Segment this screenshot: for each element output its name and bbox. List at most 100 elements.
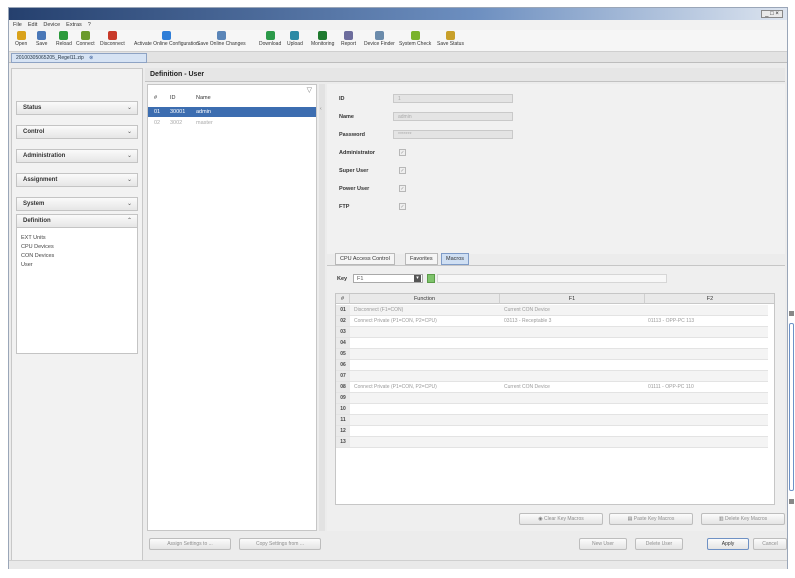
id-field[interactable]: 1 xyxy=(393,94,513,103)
nav-sub-ext-units[interactable]: EXT Units xyxy=(21,235,46,241)
menu-help[interactable]: ? xyxy=(88,22,91,28)
save-online-icon xyxy=(216,31,226,40)
user-row[interactable]: 02 3002 master xyxy=(148,118,316,128)
save-button[interactable]: Save xyxy=(36,31,47,47)
save-online-changes-button[interactable]: Save Online Changes xyxy=(197,31,246,47)
key-strip xyxy=(437,274,667,283)
administrator-label: Administrator xyxy=(339,150,376,156)
administrator-checkbox[interactable]: ✓ xyxy=(399,149,406,156)
assign-settings-button[interactable]: Assign Settings to ... xyxy=(149,538,231,550)
macro-cell-p1: 03113 - Receptable 3 xyxy=(504,318,552,324)
macro-row[interactable]: 01 Disconnect (F1=CON) Current CON Device xyxy=(336,305,768,316)
file-tab[interactable]: 20100305065205_Regel11.zip ⊗ xyxy=(11,53,147,63)
ftp-label: FTP xyxy=(339,204,350,210)
new-user-button[interactable]: New User xyxy=(579,538,627,550)
nav-control[interactable]: Control ⌄ xyxy=(16,125,138,139)
user-col-name[interactable]: Name xyxy=(196,95,211,101)
nav-status[interactable]: Status ⌄ xyxy=(16,101,138,115)
menu-file[interactable]: File xyxy=(13,22,22,28)
copy-settings-button[interactable]: Copy Settings from ... xyxy=(239,538,321,550)
splitter-handle[interactable]: ‹ xyxy=(319,84,325,531)
scroll-up-icon[interactable] xyxy=(789,311,794,316)
cancel-button[interactable]: Cancel xyxy=(753,538,787,550)
disconnect-button[interactable]: Disconnect xyxy=(100,31,125,47)
name-field[interactable]: admin xyxy=(393,112,513,121)
macro-row[interactable]: 03 xyxy=(336,327,768,338)
tab-cpu-access-control[interactable]: CPU Access Control xyxy=(335,253,395,265)
status-bar xyxy=(9,560,787,569)
tab-favorites[interactable]: Favorites xyxy=(405,253,438,265)
user-cell-name: admin xyxy=(196,109,211,115)
macro-cell-num: 02 xyxy=(336,316,350,326)
macro-row[interactable]: 05 xyxy=(336,349,768,360)
filter-icon[interactable]: ▽ xyxy=(307,86,312,94)
title-bar[interactable]: _ □ × xyxy=(9,8,787,20)
download-button[interactable]: Download xyxy=(259,31,281,47)
macro-row[interactable]: 12 xyxy=(336,426,768,437)
power-user-checkbox[interactable]: ✓ xyxy=(399,185,406,192)
scroll-thumb[interactable] xyxy=(789,323,794,491)
macro-row[interactable]: 13 xyxy=(336,437,768,448)
connect-button[interactable]: Connect xyxy=(76,31,95,47)
paste-key-macros-button[interactable]: ▤ Paste Key Macros xyxy=(609,513,693,525)
reload-button[interactable]: Reload xyxy=(56,31,72,47)
macro-row[interactable]: 09 xyxy=(336,393,768,404)
super-user-checkbox[interactable]: ✓ xyxy=(399,167,406,174)
macro-row[interactable]: 10 xyxy=(336,404,768,415)
connect-icon xyxy=(80,31,90,40)
tab-macros[interactable]: Macros xyxy=(441,253,470,265)
menu-extras[interactable]: Extras xyxy=(66,22,82,28)
close-tab-icon[interactable]: ⊗ xyxy=(89,55,93,61)
macro-col-p1[interactable]: F1 xyxy=(500,294,645,304)
macro-cell-num: 10 xyxy=(336,404,350,414)
apply-button[interactable]: Apply xyxy=(707,538,749,550)
macro-row[interactable]: 02 Connect Private (P1=CON, P2=CPU) 03113 … xyxy=(336,316,768,327)
delete-key-macros-button[interactable]: ▥ Delete Key Macros xyxy=(701,513,785,525)
download-icon xyxy=(265,31,275,40)
menu-bar: File Edit Device Extras ? xyxy=(9,20,787,30)
nav-sub-user[interactable]: User xyxy=(21,262,33,268)
nav-definition[interactable]: Definition ⌃ xyxy=(16,214,138,228)
macro-row[interactable]: 08 Connect Private (P1=CON, P2=CPU) Curren… xyxy=(336,382,768,393)
window-controls[interactable]: _ □ × xyxy=(761,10,783,18)
nav-system[interactable]: System ⌄ xyxy=(16,197,138,211)
user-col-num[interactable]: # xyxy=(154,95,157,101)
delete-user-button[interactable]: Delete User xyxy=(635,538,683,550)
scroll-down-icon[interactable] xyxy=(789,499,794,504)
key-select[interactable]: F1 ▾ xyxy=(353,274,423,283)
device-finder-button[interactable]: Device Finder xyxy=(364,31,395,47)
device-finder-icon xyxy=(374,31,384,40)
report-button[interactable]: Report xyxy=(341,31,356,47)
menu-edit[interactable]: Edit xyxy=(28,22,37,28)
macro-row[interactable]: 07 xyxy=(336,371,768,382)
save-status-button[interactable]: Save Status xyxy=(437,31,464,47)
user-col-id[interactable]: ID xyxy=(170,95,176,101)
macro-col-num[interactable]: # xyxy=(336,294,350,304)
upload-button[interactable]: Upload xyxy=(287,31,303,47)
clear-key-macros-button[interactable]: ◉ Clear Key Macros xyxy=(519,513,603,525)
nav-sub-con-devices[interactable]: CON Devices xyxy=(21,253,54,259)
collapse-icon[interactable]: ‹ xyxy=(320,106,322,112)
macro-col-function[interactable]: Function xyxy=(350,294,500,304)
ftp-checkbox[interactable]: ✓ xyxy=(399,203,406,210)
macro-cell-num: 01 xyxy=(336,305,350,315)
open-button[interactable]: Open xyxy=(15,31,27,47)
chevron-down-icon: ⌄ xyxy=(126,153,132,159)
nav-administration[interactable]: Administration ⌄ xyxy=(16,149,138,163)
macros-scrollbar[interactable] xyxy=(789,311,794,506)
nav-assignment[interactable]: Assignment ⌄ xyxy=(16,173,138,187)
macro-row[interactable]: 06 xyxy=(336,360,768,371)
folder-icon xyxy=(16,31,26,40)
key-swatch-icon[interactable] xyxy=(427,274,435,283)
macro-col-p2[interactable]: F2 xyxy=(645,294,774,304)
password-field[interactable]: ******* xyxy=(393,130,513,139)
dropdown-arrow-icon[interactable]: ▾ xyxy=(414,275,421,282)
monitoring-button[interactable]: Monitoring xyxy=(311,31,334,47)
nav-sub-cpu-devices[interactable]: CPU Devices xyxy=(21,244,54,250)
user-row[interactable]: 01 30001 admin xyxy=(148,107,316,117)
system-check-button[interactable]: System Check xyxy=(399,31,431,47)
macro-row[interactable]: 11 xyxy=(336,415,768,426)
macro-row[interactable]: 04 xyxy=(336,338,768,349)
activate-online-configuration-button[interactable]: Activate Online Configuration xyxy=(134,31,199,47)
menu-device[interactable]: Device xyxy=(43,22,60,28)
